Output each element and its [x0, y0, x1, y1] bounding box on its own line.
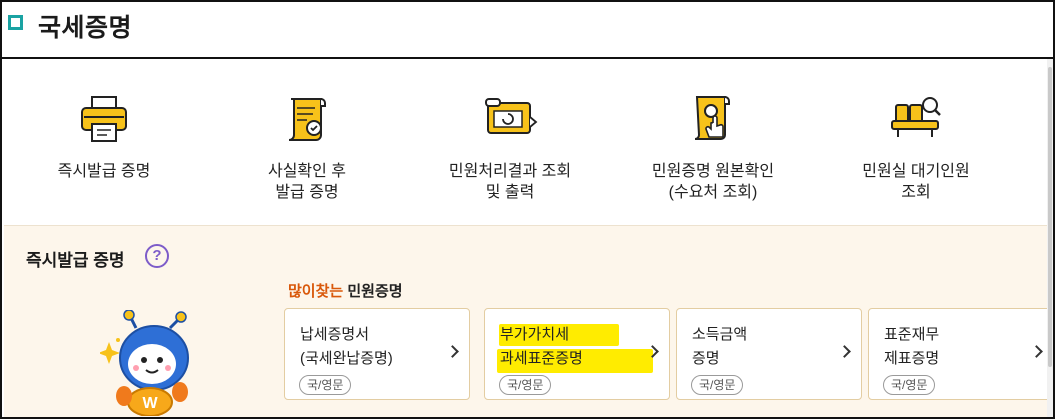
card-line1: 납세증명서 [300, 326, 370, 343]
card-line1: 표준재무 [884, 326, 940, 343]
language-badge[interactable]: 국/영문 [883, 375, 936, 395]
card-line2: 제표증명 [884, 350, 940, 367]
card-label: 납세증명서 (국세완납증명) [300, 323, 393, 371]
panel-title: 즉시발급 증명 [26, 251, 125, 270]
scrollbar-thumb[interactable] [1048, 67, 1052, 367]
popular-certificates-heading: 많이찾는 민원증명 [288, 280, 403, 301]
card-line1: 부가가치세 [500, 326, 570, 343]
menu-item-instant-issue[interactable]: 즉시발급 증명 [14, 91, 194, 182]
printer-icon [81, 96, 127, 142]
language-badge[interactable]: 국/영문 [691, 375, 744, 395]
chevron-right-icon [838, 345, 851, 358]
language-badge[interactable]: 국/영문 [499, 375, 552, 395]
certificate-card-financial-statements[interactable]: 표준재무제표증명 국/영문 [868, 308, 1053, 400]
menu-item-waiting-count[interactable]: 민원실 대기인원 조회 [826, 91, 1006, 203]
menu-item-label: 즉시발급 증명 [57, 163, 151, 180]
certificate-scroll-icon [288, 98, 326, 141]
vertical-scrollbar[interactable] [1047, 59, 1053, 417]
service-menu: 즉시발급 증명 사실확인 후 발급 증명 민원처리결과 조회 및 출력 민원증명… [2, 61, 1051, 225]
card-line2: (국세완납증명) [300, 350, 393, 367]
menu-item-verified-issue[interactable]: 사실확인 후 발급 증명 [217, 91, 397, 203]
card-line1: 소득금액 [692, 326, 748, 343]
subhead-rest: 민원증명 [343, 283, 403, 300]
mascot-character-image: W [100, 310, 189, 416]
card-label: 소득금액증명 [692, 323, 747, 371]
help-icon[interactable]: ? [145, 244, 169, 268]
card-line2: 과세표준증명 [500, 350, 583, 367]
page-header: 국세증명 [2, 2, 1053, 59]
menu-item-label: 민원증명 원본확인 (수요처 조회) [651, 163, 775, 201]
menu-item-label: 사실확인 후 발급 증명 [267, 163, 347, 201]
page-title: 국세증명 [38, 14, 133, 42]
certificate-card-tax-payment[interactable]: 납세증명서 (국세완납증명) 국/영문 [284, 308, 470, 400]
window-frame: 국세증명 즉시발급 증명 사실확인 후 발급 증명 민원처리결과 조회 및 출력… [0, 0, 1055, 419]
card-label: 부가가치세과세표준증명 [500, 323, 583, 371]
verify-document-icon [694, 96, 730, 140]
subhead-highlight: 많이찾는 [288, 283, 344, 300]
title-square-icon [8, 15, 23, 30]
menu-item-original-verify[interactable]: 민원증명 원본확인 (수요처 조회) [623, 91, 803, 203]
chevron-right-icon [1030, 345, 1043, 358]
waiting-seats-icon [891, 97, 941, 137]
svg-text:W: W [142, 395, 158, 412]
language-badge[interactable]: 국/영문 [299, 375, 352, 395]
certificate-card-income[interactable]: 소득금액증명 국/영문 [676, 308, 862, 400]
instant-issue-panel: 즉시발급 증명 ? 많이찾는 민원증명 W 납세증명서 (국세완납증명) 국/영… [4, 225, 1053, 417]
chevron-right-icon [446, 345, 459, 358]
card-line2: 증명 [692, 350, 720, 367]
card-label: 표준재무제표증명 [884, 323, 939, 371]
menu-item-result-inquiry[interactable]: 민원처리결과 조회 및 출력 [420, 91, 600, 203]
menu-item-label: 민원실 대기인원 조회 [862, 163, 970, 201]
menu-item-label: 민원처리결과 조회 및 출력 [448, 163, 572, 201]
result-scroll-icon [485, 98, 538, 134]
certificate-card-vat-base[interactable]: 부가가치세과세표준증명 국/영문 [484, 308, 670, 400]
